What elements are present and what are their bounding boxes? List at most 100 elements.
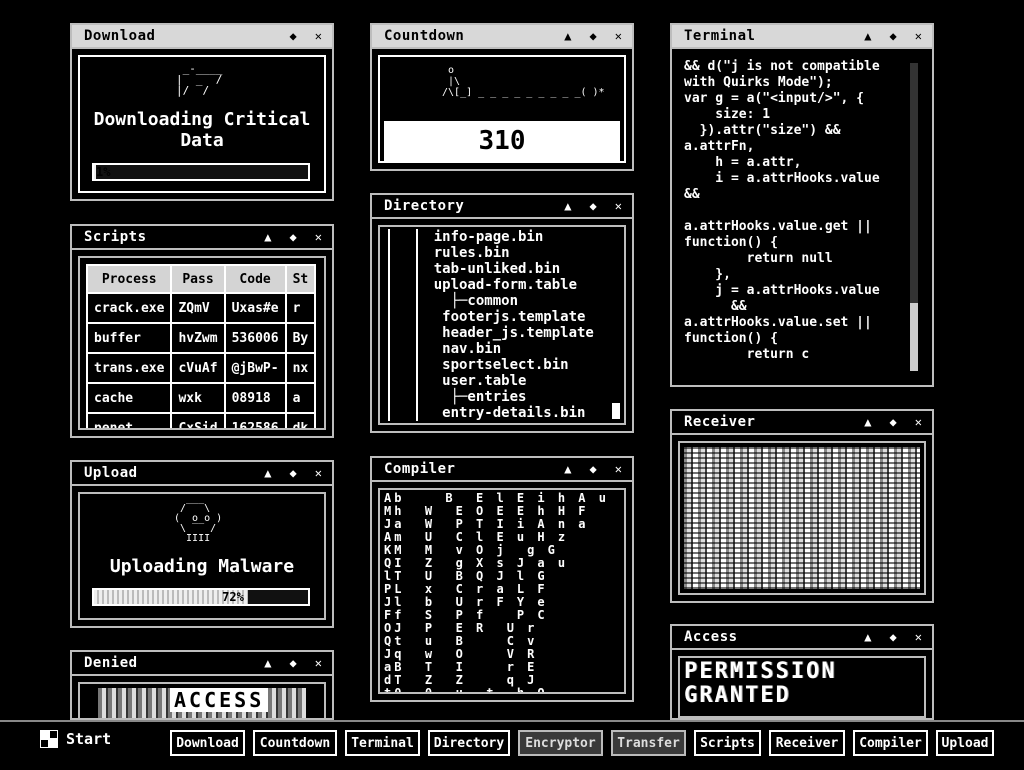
close-icon[interactable]: ✕ [915, 631, 922, 643]
resize-icon[interactable]: ◆ [290, 231, 297, 243]
taskbar-button-scripts[interactable]: Scripts [694, 730, 761, 756]
directory-entry[interactable]: entry-details.bin [400, 405, 594, 421]
table-row: buffer hvZwm 536006 By [85, 322, 317, 354]
denied-titlebar[interactable]: Denied ▲ ◆ ✕ [72, 652, 332, 676]
scripts-titlebar[interactable]: Scripts ▲ ◆ ✕ [72, 226, 332, 250]
directory-entry[interactable]: header_js.template [400, 325, 594, 341]
directory-entry[interactable]: rules.bin [400, 245, 594, 261]
terminal-scrollbar[interactable] [910, 63, 918, 371]
taskbar-button-compiler[interactable]: Compiler [853, 730, 928, 756]
table-cell: r [284, 292, 317, 324]
table-cell: 536006 [223, 322, 287, 354]
close-icon[interactable]: ✕ [915, 30, 922, 42]
terminal-window[interactable]: Terminal ▲ ◆ ✕ && d("j is not compatible… [670, 23, 934, 387]
taskbar-button-directory[interactable]: Directory [428, 730, 510, 756]
column-header: Pass [170, 264, 226, 294]
minimize-icon[interactable]: ▲ [864, 30, 871, 42]
taskbar: Start Download Countdown Terminal Directory… [0, 720, 1024, 770]
resize-icon[interactable]: ◆ [590, 200, 597, 212]
minimize-icon[interactable]: ▲ [264, 467, 271, 479]
minimize-icon[interactable]: ▲ [864, 631, 871, 643]
minimize-icon[interactable]: ▲ [264, 231, 271, 243]
close-icon[interactable]: ✕ [615, 200, 622, 212]
countdown-window[interactable]: Countdown ▲ ◆ ✕ o |\ /\[_] _ _ _ _ _ _ _… [370, 23, 634, 171]
terminal-titlebar[interactable]: Terminal ▲ ◆ ✕ [672, 25, 932, 49]
resize-icon[interactable]: ◆ [290, 657, 297, 669]
table-cell: CxSid [170, 412, 226, 428]
directory-entry[interactable]: info-page.bin [400, 229, 594, 245]
directory-titlebar[interactable]: Directory ▲ ◆ ✕ [372, 195, 632, 219]
close-icon[interactable]: ✕ [315, 30, 322, 42]
table-cell: hvZwm [170, 322, 226, 354]
taskbar-button-terminal[interactable]: Terminal [345, 730, 420, 756]
close-icon[interactable]: ✕ [315, 657, 322, 669]
table-cell: trans.exe [85, 352, 173, 384]
download-titlebar[interactable]: Download ◆ ✕ [72, 25, 332, 49]
window-title: Compiler [384, 461, 456, 477]
resize-icon[interactable]: ◆ [590, 463, 597, 475]
access-titlebar[interactable]: Access ▲ ◆ ✕ [672, 626, 932, 650]
receiver-window[interactable]: Receiver ▲ ◆ ✕ [670, 409, 934, 603]
minimize-icon[interactable]: ▲ [864, 416, 871, 428]
resize-icon[interactable]: ◆ [290, 30, 297, 42]
minimize-icon[interactable]: ▲ [264, 657, 271, 669]
download-window[interactable]: Download ◆ ✕ _-____ | _ / |/ / Downloadi… [70, 23, 334, 201]
table-row: cache wxk 08918 a [85, 382, 317, 414]
start-label: Start [66, 730, 112, 748]
directory-window[interactable]: Directory ▲ ◆ ✕ info-page.bin rules.bin … [370, 193, 634, 433]
close-icon[interactable]: ✕ [315, 231, 322, 243]
scripts-window[interactable]: Scripts ▲ ◆ ✕ Process Pass Code St crack… [70, 224, 334, 438]
terminal-output: && d("j is not compatible with Quirks Mo… [684, 59, 880, 362]
compiler-window[interactable]: Compiler ▲ ◆ ✕ Ab B E l E i h A u Mh W E… [370, 456, 634, 702]
resize-icon[interactable]: ◆ [290, 467, 297, 479]
directory-entry[interactable]: nav.bin [400, 341, 594, 357]
directory-entry[interactable]: ├─entries [400, 389, 594, 405]
table-cell: penet [85, 412, 173, 428]
close-icon[interactable]: ✕ [615, 463, 622, 475]
skull-icon: /‾‾‾\ ( o o ) \ ‾‾ / IIII [174, 503, 223, 544]
download-percent: 1% [96, 165, 111, 179]
start-button[interactable]: Start [40, 730, 111, 748]
resize-icon[interactable]: ◆ [890, 30, 897, 42]
directory-entry[interactable]: footerjs.template [400, 309, 594, 325]
access-status-text: PERMISSION GRANTED [684, 659, 837, 708]
compiler-titlebar[interactable]: Compiler ▲ ◆ ✕ [372, 458, 632, 482]
table-cell: Uxas#e [223, 292, 287, 324]
denied-window[interactable]: Denied ▲ ◆ ✕ ACCESS [70, 650, 334, 720]
directory-entry[interactable]: tab-unliked.bin [400, 261, 594, 277]
table-row: penet CxSid 162586 dk [85, 412, 317, 428]
resize-icon[interactable]: ◆ [890, 416, 897, 428]
resize-icon[interactable]: ◆ [590, 30, 597, 42]
taskbar-button-receiver[interactable]: Receiver [769, 730, 845, 756]
countdown-titlebar[interactable]: Countdown ▲ ◆ ✕ [372, 25, 632, 49]
directory-entry[interactable]: upload-form.table [400, 277, 594, 293]
close-icon[interactable]: ✕ [915, 416, 922, 428]
minimize-icon[interactable]: ▲ [564, 463, 571, 475]
upload-titlebar[interactable]: Upload ▲ ◆ ✕ [72, 462, 332, 486]
directory-entry[interactable]: sportselect.bin [400, 357, 594, 373]
access-window[interactable]: Access ▲ ◆ ✕ PERMISSION GRANTED [670, 624, 934, 720]
minimize-icon[interactable]: ▲ [564, 200, 571, 212]
window-title: Denied [84, 655, 138, 671]
taskbar-button-encryptor[interactable]: Encryptor [518, 730, 603, 756]
terminal-scroll-thumb[interactable] [910, 303, 918, 371]
denied-status-text: ACCESS [170, 688, 269, 712]
taskbar-button-upload[interactable]: Upload [936, 730, 994, 756]
taskbar-button-countdown[interactable]: Countdown [253, 730, 337, 756]
table-cell: nx [284, 352, 317, 384]
taskbar-button-transfer[interactable]: Transfer [611, 730, 686, 756]
window-title: Countdown [384, 28, 465, 44]
taskbar-button-download[interactable]: Download [170, 730, 245, 756]
directory-entry[interactable]: user.table [400, 373, 594, 389]
compiler-matrix: Ab B E l E i h A u Mh W E O E E h H F Ja… [384, 491, 609, 694]
upload-window[interactable]: Upload ▲ ◆ ✕ /‾‾‾\ ( o o ) \ ‾‾ / IIII U… [70, 460, 334, 628]
close-icon[interactable]: ✕ [615, 30, 622, 42]
window-title: Directory [384, 198, 465, 214]
directory-entry[interactable]: ├─common [400, 293, 594, 309]
resize-icon[interactable]: ◆ [890, 631, 897, 643]
close-icon[interactable]: ✕ [315, 467, 322, 479]
receiver-titlebar[interactable]: Receiver ▲ ◆ ✕ [672, 411, 932, 435]
window-title: Scripts [84, 229, 147, 245]
download-art: _-____ | _ / |/ / [176, 62, 223, 97]
minimize-icon[interactable]: ▲ [564, 30, 571, 42]
